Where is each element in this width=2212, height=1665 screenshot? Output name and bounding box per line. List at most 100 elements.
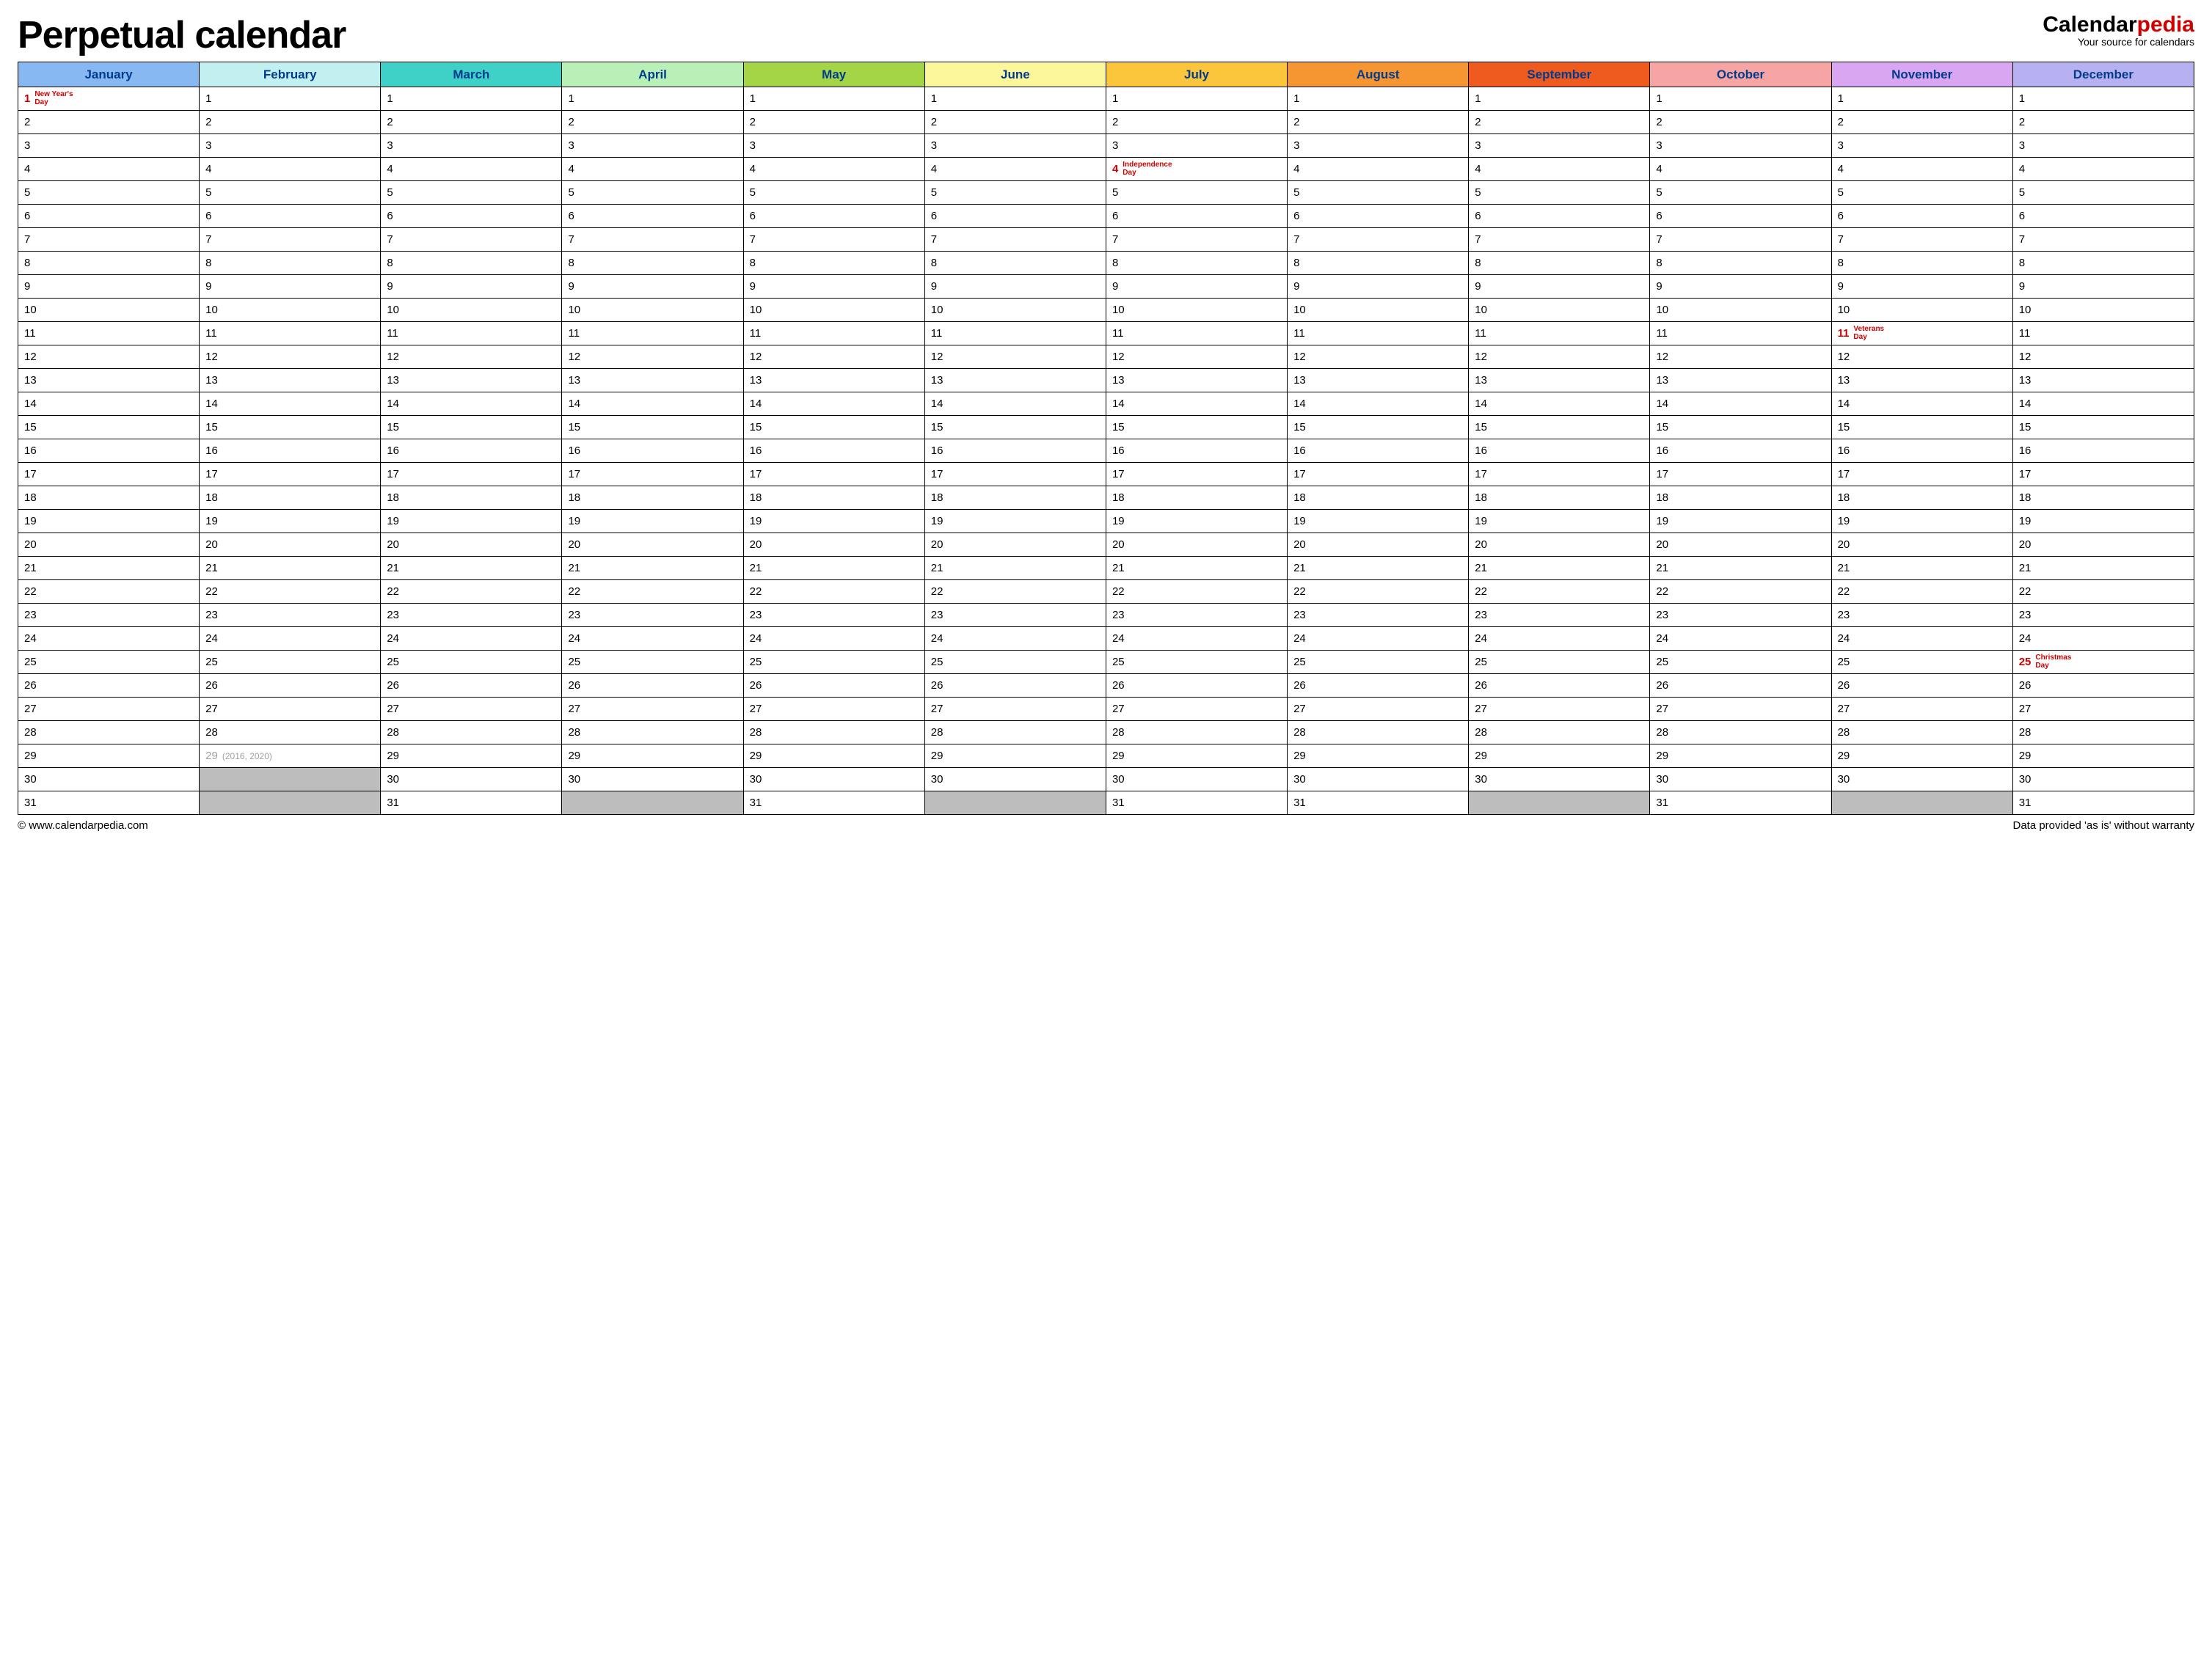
day-number: 30 — [750, 773, 762, 786]
day-number: 10 — [568, 304, 580, 316]
day-number: 24 — [1293, 632, 1306, 645]
day-number: 1 — [205, 92, 211, 105]
day-number: 16 — [24, 444, 37, 457]
day-cell: 17 — [381, 463, 562, 486]
day-number: 8 — [2019, 257, 2025, 269]
day-cell: 15 — [562, 416, 743, 439]
day-number: 17 — [205, 468, 218, 480]
day-cell: 24 — [743, 627, 924, 651]
day-number: 23 — [1475, 609, 1487, 621]
day-cell: 19 — [200, 510, 381, 533]
day-row: 222222222222222222222222 — [18, 580, 2194, 604]
day-number: 9 — [750, 280, 756, 293]
day-number: 13 — [205, 374, 218, 387]
day-number: 4 — [1475, 163, 1481, 175]
day-number: 5 — [387, 186, 393, 199]
day-number: 4 — [387, 163, 393, 175]
day-cell: 12 — [1831, 345, 2012, 369]
day-cell: 26 — [562, 674, 743, 698]
day-number: 9 — [24, 280, 30, 293]
day-number: 10 — [387, 304, 399, 316]
day-number: 25 — [1293, 656, 1306, 668]
day-number: 4 — [205, 163, 211, 175]
day-cell: 23 — [924, 604, 1106, 627]
day-number: 29 — [1112, 750, 1125, 762]
calendar-table: JanuaryFebruaryMarchAprilMayJuneJulyAugu… — [18, 62, 2194, 815]
day-number: 12 — [931, 351, 943, 363]
day-cell: 9 — [2012, 275, 2194, 299]
holiday-label: Independence Day — [1123, 161, 1167, 177]
day-cell: 2 — [1106, 111, 1287, 134]
day-row: 212121212121212121212121 — [18, 557, 2194, 580]
day-cell: 18 — [200, 486, 381, 510]
day-row: 262626262626262626262626 — [18, 674, 2194, 698]
day-number: 21 — [1112, 562, 1125, 574]
day-cell: 21 — [1650, 557, 1831, 580]
day-cell: 6 — [1831, 205, 2012, 228]
day-number: 9 — [1656, 280, 1662, 293]
day-cell: 11 — [2012, 322, 2194, 345]
day-cell: 14 — [1650, 392, 1831, 416]
day-number: 5 — [568, 186, 574, 199]
day-number: 22 — [1475, 585, 1487, 598]
day-cell: 22 — [924, 580, 1106, 604]
day-number: 9 — [931, 280, 937, 293]
day-number: 10 — [750, 304, 762, 316]
day-cell: 14 — [562, 392, 743, 416]
day-number: 24 — [24, 632, 37, 645]
day-cell: 3 — [1831, 134, 2012, 158]
day-number: 11 — [1293, 327, 1305, 340]
day-number: 2 — [1838, 116, 1844, 128]
day-cell: 29 — [1831, 744, 2012, 768]
day-cell: 27 — [1288, 698, 1469, 721]
day-cell: 15 — [381, 416, 562, 439]
day-number: 11 — [750, 327, 762, 340]
day-cell: 27 — [2012, 698, 2194, 721]
day-number: 29 — [568, 750, 580, 762]
day-number: 6 — [1838, 210, 1844, 222]
day-cell: 24 — [200, 627, 381, 651]
day-cell: 14 — [1831, 392, 2012, 416]
day-number: 24 — [205, 632, 218, 645]
day-cell: 22 — [200, 580, 381, 604]
day-row: 151515151515151515151515 — [18, 416, 2194, 439]
day-cell: 6 — [1469, 205, 1650, 228]
day-number: 22 — [24, 585, 37, 598]
day-row: 181818181818181818181818 — [18, 486, 2194, 510]
day-cell: 10 — [2012, 299, 2194, 322]
day-number: 26 — [205, 679, 218, 692]
day-cell: 31 — [1650, 791, 1831, 815]
day-cell: 10 — [200, 299, 381, 322]
day-number: 11 — [387, 327, 398, 340]
day-number: 19 — [1293, 515, 1306, 527]
day-number: 15 — [1838, 421, 1850, 433]
day-number: 21 — [750, 562, 762, 574]
day-cell: 18 — [1469, 486, 1650, 510]
day-cell: 9 — [200, 275, 381, 299]
day-cell: 26 — [200, 674, 381, 698]
day-row: 4444444Independence Day44444 — [18, 158, 2194, 181]
day-cell: 19 — [18, 510, 200, 533]
day-number: 3 — [24, 139, 30, 152]
day-cell: 8 — [743, 252, 924, 275]
day-cell: 7 — [18, 228, 200, 252]
day-cell: 29 — [381, 744, 562, 768]
day-number: 24 — [1656, 632, 1668, 645]
day-number: 13 — [1838, 374, 1850, 387]
day-number: 12 — [1838, 351, 1850, 363]
day-number: 23 — [205, 609, 218, 621]
day-number: 13 — [1656, 374, 1668, 387]
day-cell: 13 — [18, 369, 200, 392]
day-number: 1 — [568, 92, 574, 105]
day-cell: 12 — [2012, 345, 2194, 369]
day-cell: 10 — [1106, 299, 1287, 322]
day-cell: 18 — [1288, 486, 1469, 510]
day-number: 20 — [750, 538, 762, 551]
day-cell: 27 — [1831, 698, 2012, 721]
day-cell: 12 — [743, 345, 924, 369]
day-number: 3 — [1112, 139, 1118, 152]
day-number: 4 — [1112, 163, 1118, 175]
day-number: 5 — [750, 186, 756, 199]
day-cell: 26 — [743, 674, 924, 698]
day-cell: 20 — [924, 533, 1106, 557]
